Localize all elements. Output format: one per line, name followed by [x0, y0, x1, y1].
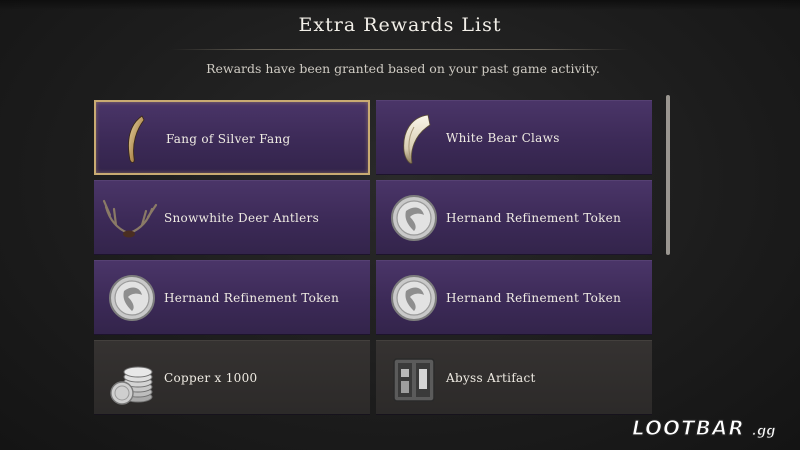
- rewards-grid: Fang of Silver Fang White Bear Claws Sno…: [94, 100, 656, 418]
- token-icon: [384, 187, 444, 249]
- reward-name: Snowwhite Deer Antlers: [164, 211, 320, 225]
- reward-item[interactable]: Hernand Refinement Token: [376, 180, 652, 255]
- watermark-brand: LOOTBAR: [632, 416, 745, 440]
- reward-name: Copper x 1000: [164, 371, 258, 385]
- reward-name: Hernand Refinement Token: [446, 291, 622, 305]
- reward-name: Abyss Artifact: [446, 371, 536, 385]
- reward-item[interactable]: White Bear Claws: [376, 100, 652, 175]
- reward-item[interactable]: Snowwhite Deer Antlers: [94, 180, 370, 255]
- dialog-title: Extra Rewards List: [298, 14, 502, 36]
- fang-icon: [104, 108, 164, 170]
- top-shadow: [0, 0, 800, 10]
- claw-icon: [384, 107, 444, 169]
- lootbar-watermark: LOOTBAR .gg: [630, 413, 790, 443]
- reward-name: White Bear Claws: [446, 131, 560, 145]
- artifact-icon: [384, 347, 444, 409]
- dialog-subtitle: Rewards have been granted based on your …: [206, 61, 600, 76]
- reward-item[interactable]: Fang of Silver Fang: [94, 100, 370, 175]
- reward-item[interactable]: Copper x 1000: [94, 340, 370, 415]
- title-divider: [170, 49, 630, 50]
- token-icon: [384, 267, 444, 329]
- antlers-icon: [98, 187, 158, 249]
- reward-name: Fang of Silver Fang: [166, 132, 291, 146]
- reward-item[interactable]: Hernand Refinement Token: [376, 260, 652, 335]
- reward-item[interactable]: Abyss Artifact: [376, 340, 652, 415]
- watermark-suffix: .gg: [752, 424, 776, 439]
- reward-name: Hernand Refinement Token: [446, 211, 622, 225]
- scrollbar[interactable]: [666, 95, 670, 255]
- coins-icon: [102, 347, 162, 409]
- reward-name: Hernand Refinement Token: [164, 291, 340, 305]
- reward-item[interactable]: Hernand Refinement Token: [94, 260, 370, 335]
- token-icon: [102, 267, 162, 329]
